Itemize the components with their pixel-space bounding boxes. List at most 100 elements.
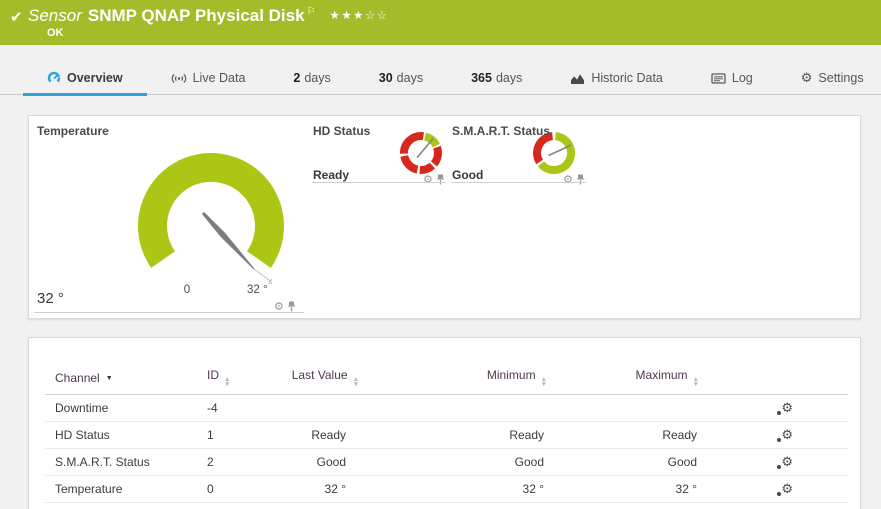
channel-id: 1 [207,428,214,442]
tab-label: Live Data [192,71,246,85]
tab-label: days [495,71,523,85]
tab-settings[interactable]: ⚙ Settings [777,62,881,95]
star-empty-icons[interactable]: ☆☆ [365,8,389,22]
tab-label: Historic Data [591,71,663,85]
smart-status-actions[interactable]: ⚙ [563,174,585,185]
temperature-gauge-actions[interactable]: ⚙ [274,301,296,312]
table-header-row: Channel ▼ ID ▲ ▼ Last Value ▲ ▼ Minimum ▲ ▼ Max… [45,368,848,395]
column-header-channel[interactable]: Channel ▼ [45,368,207,395]
sensor-title-line: Sensor SNMP QNAP Physical Disk ⚐ ★★★☆☆ [28,6,389,26]
gear-icon[interactable]: ⚙ [563,174,573,185]
table-row-downtime: Downtime -4 ⚙ [45,395,848,422]
channel-table-panel: Channel ▼ ID ▲ ▼ Last Value ▲ ▼ Minimum ▲ ▼ Max… [28,337,861,509]
maximum-value: Good [667,455,697,469]
sort-icon: ▲ ▼ [540,376,547,388]
temperature-gauge-arc [138,153,284,268]
tab-label: Overview [67,71,123,85]
channel-id: -4 [207,401,218,415]
pin-icon[interactable] [287,301,296,312]
pin-icon[interactable] [436,174,445,185]
tab-label: days [396,71,424,85]
divider [312,182,446,183]
ok-check-icon: ✔ [10,8,23,26]
temperature-current-value: 32 ° [37,290,64,307]
column-header-id[interactable]: ID ▲ ▼ [207,368,289,395]
table-row-hd-status: HD Status 1 Ready Ready Ready ⚙ [45,422,848,449]
gear-icon[interactable]: ⚙ [274,301,284,312]
minimum-value [359,395,547,422]
temperature-gauge-title: Temperature [37,124,109,138]
last-value: Good [316,455,346,469]
minimum-value: Good [514,455,544,469]
tab-label: Settings [818,71,864,85]
priority-flag-icon: ⚐ [306,6,316,18]
tab-log[interactable]: Log [687,62,777,95]
gauges-panel: x Temperature 0 32 ° 32 ° ⚙ HD Status Re… [28,115,861,319]
temperature-gauge-needle [201,212,255,270]
star-filled-icons[interactable]: ★★★ [330,8,365,22]
pin-icon[interactable] [576,174,585,185]
hd-status-title: HD Status [313,124,371,138]
smart-status-title: S.M.A.R.T. Status [452,124,551,138]
tab-overview[interactable]: Overview [23,62,147,96]
channel-settings-icon[interactable]: ⚙ [777,429,793,442]
maximum-value [547,395,699,422]
last-value [289,395,359,422]
gauge-icon [47,71,61,85]
column-header-minimum[interactable]: Minimum ▲ ▼ [359,368,547,395]
hd-status-actions[interactable]: ⚙ [423,174,445,185]
gear-icon[interactable]: ⚙ [423,174,433,185]
sensor-status-header: ✔ Sensor SNMP QNAP Physical Disk ⚐ ★★★☆☆ OK [0,0,881,45]
channel-name: Downtime [55,401,109,415]
divider [451,182,586,183]
channel-settings-icon[interactable]: ⚙ [777,402,793,415]
maximum-value: Ready [662,428,697,442]
hd-status-value: Ready [313,168,350,182]
gauges-graphics: x [138,132,576,286]
temperature-scale-max: 32 ° [247,284,268,296]
table-row-temperature: Temperature 0 32 ° 32 ° 32 ° ⚙ [45,476,848,503]
tab-historic-data[interactable]: Historic Data [546,62,687,95]
channel-settings-icon[interactable]: ⚙ [777,456,793,469]
table-row-smart-status: S.M.A.R.T. Status 2 Good Good Good ⚙ [45,449,848,476]
minimum-value: Ready [509,428,544,442]
divider [34,312,304,313]
status-badge: OK [47,27,64,39]
channel-id: 0 [207,482,214,496]
column-header-maximum[interactable]: Maximum ▲ ▼ [547,368,699,395]
tab-365-days[interactable]: 365 days [447,62,546,95]
settings-gear-icon: ⚙ [800,70,813,86]
tab-2-days[interactable]: 2 days [269,62,354,95]
tab-live-data[interactable]: Live Data [147,62,270,95]
sort-icon: ▲ ▼ [352,376,359,388]
tab-number: 30 [378,71,393,85]
maximum-value: 32 ° [675,482,697,496]
channel-name: S.M.A.R.T. Status [55,455,150,469]
temperature-scale-min: 0 [183,284,191,296]
page-title: SNMP QNAP Physical Disk [87,6,305,25]
sort-icon: ▲ ▼ [224,376,231,388]
tab-bar: Overview Live Data 2 days 30 days 365 da… [0,62,881,96]
minimum-value: 32 ° [522,482,544,496]
last-value: 32 ° [324,482,346,496]
log-icon [711,72,726,85]
tab-number: 365 [471,71,492,85]
channel-name: Temperature [55,482,123,496]
historic-data-icon [570,72,585,85]
column-header-last-value[interactable]: Last Value ▲ ▼ [289,368,359,395]
priority-stars[interactable]: ★★★☆☆ [330,8,389,22]
tab-number: 2 [293,71,301,85]
live-data-icon [171,72,187,85]
sort-desc-icon: ▼ [105,374,113,382]
channel-table: Channel ▼ ID ▲ ▼ Last Value ▲ ▼ Minimum ▲ ▼ Max… [45,368,848,503]
sort-icon: ▲ ▼ [692,376,699,388]
temperature-max-marker: x [268,276,273,286]
hd-status-needle [416,137,434,159]
channel-id: 2 [207,455,214,469]
last-value: Ready [311,428,346,442]
smart-status-value: Good [452,168,484,182]
channel-name: HD Status [55,428,110,442]
tab-30-days[interactable]: 30 days [355,62,447,95]
column-header-actions [699,368,848,395]
channel-settings-icon[interactable]: ⚙ [777,483,793,496]
